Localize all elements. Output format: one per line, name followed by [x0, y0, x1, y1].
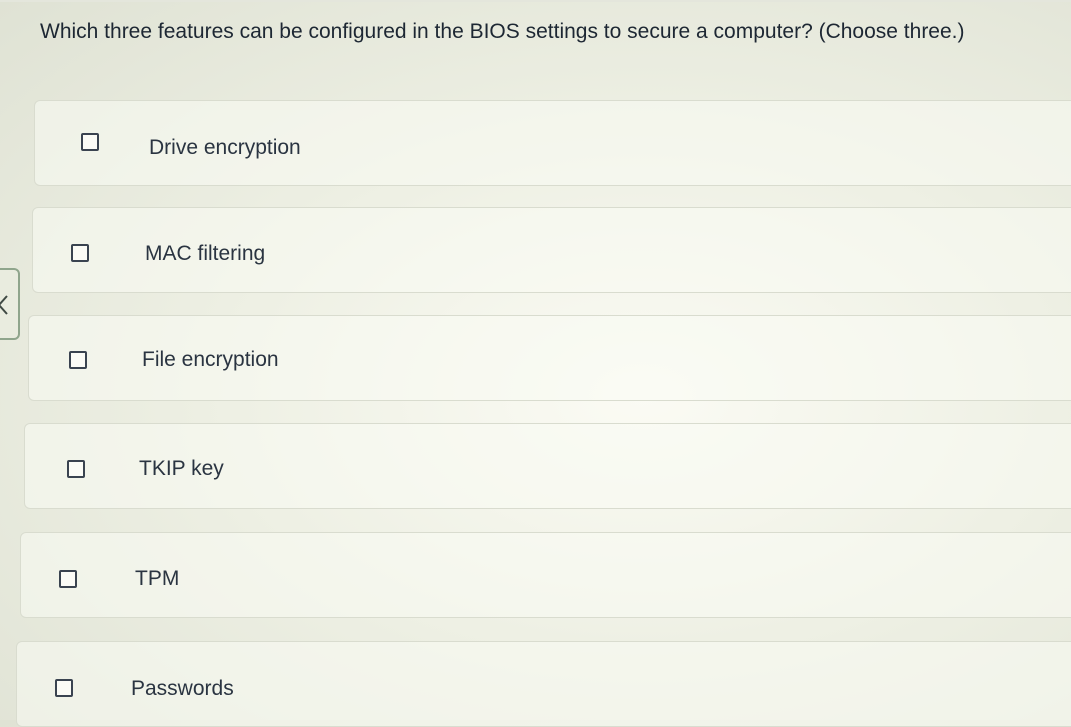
- checkbox[interactable]: [69, 351, 87, 369]
- answer-options: Drive encryption MAC filtering File encr…: [0, 0, 1071, 727]
- option-drive-encryption[interactable]: Drive encryption: [34, 100, 1071, 186]
- checkbox[interactable]: [71, 244, 89, 262]
- option-tkip-key[interactable]: TKIP key: [24, 423, 1071, 509]
- option-label: File encryption: [142, 348, 279, 371]
- checkbox[interactable]: [55, 679, 73, 697]
- previous-button[interactable]: [0, 268, 20, 340]
- option-label: TKIP key: [139, 457, 224, 480]
- option-label: TPM: [135, 567, 180, 590]
- option-file-encryption[interactable]: File encryption: [28, 315, 1071, 401]
- chevron-left-icon: [0, 295, 8, 315]
- checkbox[interactable]: [59, 570, 77, 588]
- option-passwords[interactable]: Passwords: [16, 641, 1071, 727]
- checkbox[interactable]: [81, 133, 99, 151]
- option-mac-filtering[interactable]: MAC filtering: [32, 207, 1071, 293]
- option-label: Passwords: [131, 677, 234, 700]
- option-label: MAC filtering: [145, 242, 266, 265]
- checkbox[interactable]: [67, 460, 85, 478]
- option-label: Drive encryption: [149, 136, 301, 159]
- option-tpm[interactable]: TPM: [20, 532, 1071, 618]
